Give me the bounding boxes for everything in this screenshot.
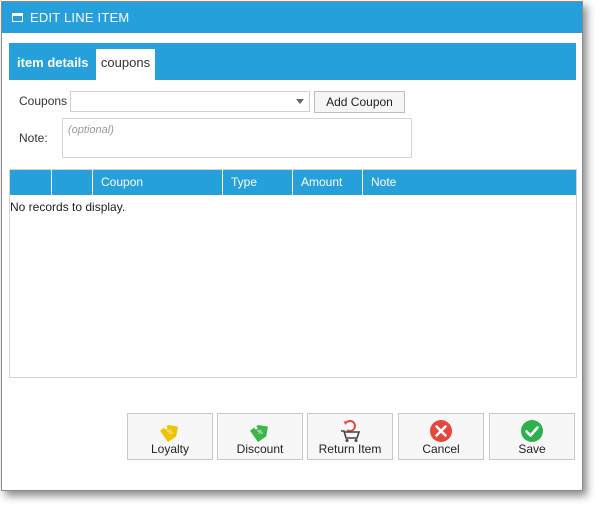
save-check-icon <box>521 420 543 442</box>
cancel-icon <box>430 420 452 442</box>
grid-col-select[interactable] <box>10 170 51 195</box>
add-coupon-button[interactable]: Add Coupon <box>314 91 405 113</box>
grid-col-amount[interactable]: Amount <box>292 170 362 195</box>
coupons-label: Coupons <box>19 94 68 108</box>
return-cart-icon <box>341 420 361 442</box>
svg-text:%: % <box>257 429 263 436</box>
discount-label: Discount <box>236 442 284 456</box>
save-label: Save <box>518 442 546 456</box>
loyalty-label: Loyalty <box>150 442 190 456</box>
grid-header: Coupon Type Amount Note <box>10 170 576 195</box>
chevron-down-icon[interactable] <box>296 99 304 104</box>
note-label: Note: <box>19 131 48 145</box>
grid-col-note[interactable]: Note <box>362 170 576 195</box>
grid-empty-message: No records to display. <box>10 200 126 214</box>
discount-button[interactable]: % Discount <box>217 413 303 460</box>
window-icon <box>12 13 23 22</box>
coupons-select[interactable] <box>70 91 310 112</box>
grid-col-type[interactable]: Type <box>222 170 292 195</box>
title-bar: EDIT LINE ITEM <box>2 2 582 33</box>
coupons-grid: Coupon Type Amount Note No records to di… <box>9 169 577 378</box>
cancel-label: Cancel <box>422 442 460 456</box>
grid-col-coupon[interactable]: Coupon <box>92 170 222 195</box>
return-item-label: Return Item <box>318 442 382 456</box>
tab-bar: item details coupons <box>9 43 576 80</box>
tab-coupons[interactable]: coupons <box>96 49 155 80</box>
grid-col-expand[interactable] <box>51 170 92 195</box>
svg-text:%: % <box>167 429 173 436</box>
tab-item-details[interactable]: item details <box>17 49 89 80</box>
edit-line-item-dialog: EDIT LINE ITEM item details coupons Coup… <box>1 1 583 491</box>
loyalty-tag-icon: % <box>160 424 178 443</box>
save-button[interactable]: Save <box>489 413 575 460</box>
window-title: EDIT LINE ITEM <box>30 10 130 25</box>
return-item-button[interactable]: Return Item <box>307 413 393 460</box>
note-field[interactable]: (optional) <box>62 118 412 158</box>
note-placeholder: (optional) <box>68 124 114 136</box>
discount-tag-icon: % <box>250 424 268 443</box>
cancel-button[interactable]: Cancel <box>398 413 484 460</box>
loyalty-button[interactable]: % Loyalty <box>127 413 213 460</box>
